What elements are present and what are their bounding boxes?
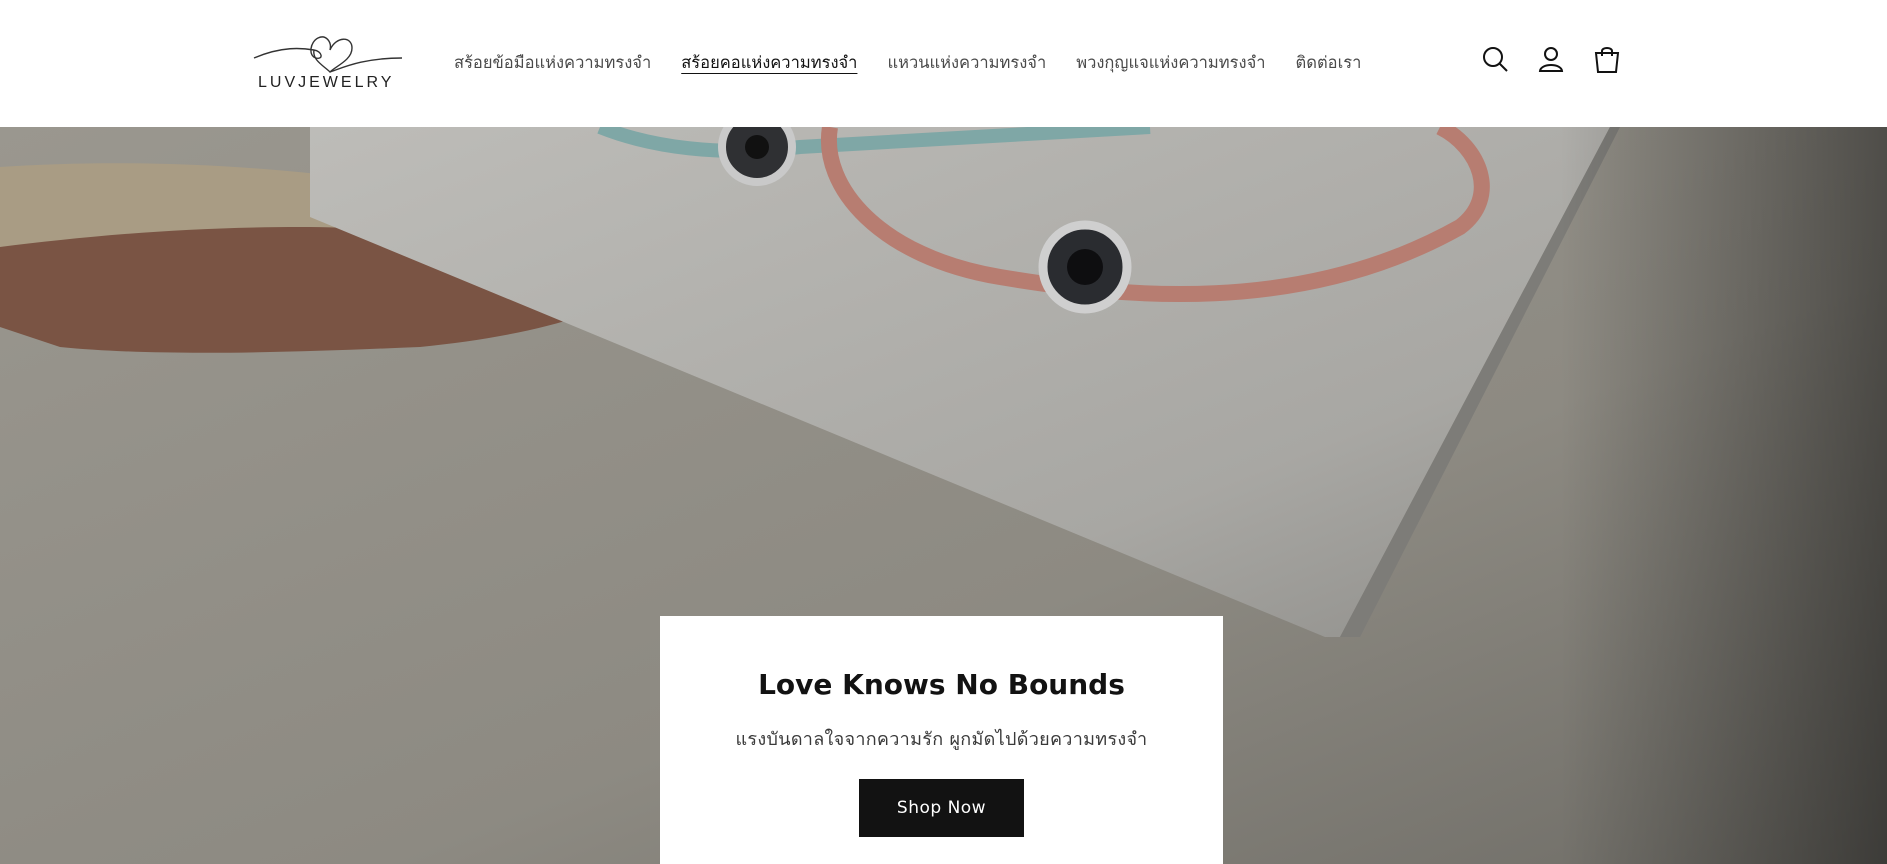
heart-logo-icon bbox=[253, 36, 403, 73]
hero-title: Love Knows No Bounds bbox=[758, 668, 1125, 701]
nav-item-contact[interactable]: ติดต่อเรา bbox=[1296, 50, 1362, 76]
site-header: LUVJEWELRY สร้อยข้อมือแห่งความทรงจำ สร้อ… bbox=[0, 0, 1887, 127]
header-icons bbox=[1480, 44, 1622, 74]
account-icon[interactable] bbox=[1536, 44, 1566, 74]
main-nav: สร้อยข้อมือแห่งความทรงจำ สร้อยคอแห่งความ… bbox=[454, 48, 1361, 78]
hero-banner: Love Knows No Bounds แรงบันดาลใจจากความร… bbox=[0, 127, 1887, 864]
search-icon[interactable] bbox=[1480, 44, 1510, 74]
brand-logo[interactable]: LUVJEWELRY bbox=[252, 28, 404, 98]
nav-item-bracelets[interactable]: สร้อยข้อมือแห่งความทรงจำ bbox=[454, 50, 651, 76]
logo-wordmark: LUVJEWELRY bbox=[258, 74, 395, 91]
nav-item-necklaces[interactable]: สร้อยคอแห่งความทรงจำ bbox=[681, 50, 857, 76]
cart-icon[interactable] bbox=[1592, 44, 1622, 74]
hero-subtitle: แรงบันดาลใจจากความรัก ผูกมัดไปด้วยความทร… bbox=[735, 729, 1148, 750]
hero-content-card: Love Knows No Bounds แรงบันดาลใจจากความร… bbox=[660, 616, 1223, 864]
nav-item-rings[interactable]: แหวนแห่งความทรงจำ bbox=[887, 50, 1046, 76]
nav-item-keychains[interactable]: พวงกุญแจแห่งความทรงจำ bbox=[1076, 50, 1265, 76]
shop-now-button[interactable]: Shop Now bbox=[859, 779, 1024, 837]
